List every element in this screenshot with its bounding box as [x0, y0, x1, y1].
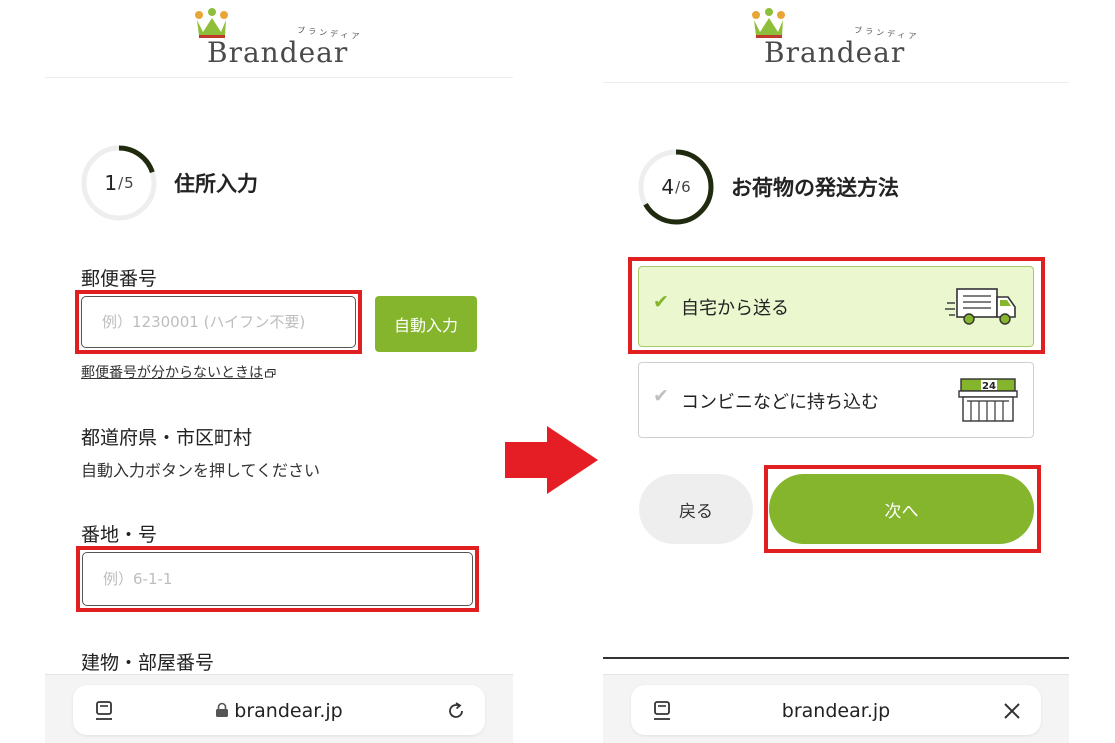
back-button[interactable]: 戻る: [639, 474, 753, 544]
step-title: お荷物の発送方法: [731, 176, 899, 200]
option-label: コンビニなどに持ち込む: [681, 392, 879, 413]
postal-code-input[interactable]: [81, 296, 356, 348]
external-window-icon: [265, 368, 276, 377]
browser-toolbar: brandear.jp: [45, 674, 513, 743]
step-current: 1: [104, 171, 118, 195]
header-divider: [45, 77, 513, 78]
step-indicator: 4/6 お荷物の発送方法: [637, 148, 899, 226]
step-progress-ring: 4/6: [637, 148, 715, 226]
browser-toolbar: brandear.jp: [603, 674, 1069, 743]
street-address-input[interactable]: [82, 552, 473, 606]
next-button[interactable]: 次へ: [769, 474, 1034, 544]
check-icon: ✔: [653, 385, 669, 407]
right-screen: Brandear ブランディア 4/6 お荷物の発送方法 ✔ 自宅から送る ✔ …: [603, 0, 1069, 743]
postal-label: 郵便番号: [81, 268, 158, 290]
prefecture-hint: 自動入力ボタンを押してください: [81, 461, 321, 480]
step-progress-ring: 1/5: [80, 144, 158, 222]
check-icon: ✔: [653, 291, 669, 313]
building-label: 建物・部屋番号: [81, 652, 215, 674]
lock-icon: [216, 702, 229, 717]
close-icon[interactable]: [1001, 700, 1023, 722]
step-total: 5: [124, 174, 134, 192]
auto-fill-button[interactable]: 自動入力: [375, 296, 477, 352]
reload-icon[interactable]: [445, 700, 467, 722]
street-label: 番地・号: [81, 524, 158, 546]
address-bar[interactable]: brandear.jp: [73, 685, 485, 735]
brandear-logo[interactable]: Brandear ブランディア: [746, 8, 926, 69]
url-text: brandear.jp: [234, 700, 343, 722]
prefecture-label: 都道府県・市区町村: [81, 427, 253, 449]
shipping-option-home[interactable]: ✔ 自宅から送る: [638, 266, 1034, 347]
step-current: 4: [661, 175, 675, 199]
shipping-option-convenience-store[interactable]: ✔ コンビニなどに持ち込む 24: [638, 362, 1034, 438]
step-title: 住所入力: [174, 172, 258, 196]
step-total: 6: [681, 178, 691, 196]
delivery-truck-icon: [945, 288, 1016, 325]
left-screen: Brandear ブランディア 1/5 住所入力 郵便番号 自動入力 郵便番号が…: [45, 0, 513, 743]
postal-help-link[interactable]: 郵便番号が分からないときは: [81, 362, 276, 382]
option-label: 自宅から送る: [681, 298, 789, 319]
address-bar[interactable]: brandear.jp: [631, 685, 1041, 735]
arrow-right-icon: [505, 426, 598, 494]
url-text: brandear.jp: [781, 700, 891, 722]
step-indicator: 1/5 住所入力: [80, 144, 258, 222]
postal-help-text: 郵便番号が分からないときは: [81, 365, 263, 381]
logo-wordmark: Brandear: [207, 36, 349, 69]
brandear-logo[interactable]: Brandear ブランディア: [189, 8, 369, 69]
convenience-store-icon: 24: [958, 378, 1018, 422]
header-divider: [603, 82, 1069, 83]
logo-wordmark: Brandear: [764, 36, 906, 69]
footer-divider: [603, 657, 1069, 659]
